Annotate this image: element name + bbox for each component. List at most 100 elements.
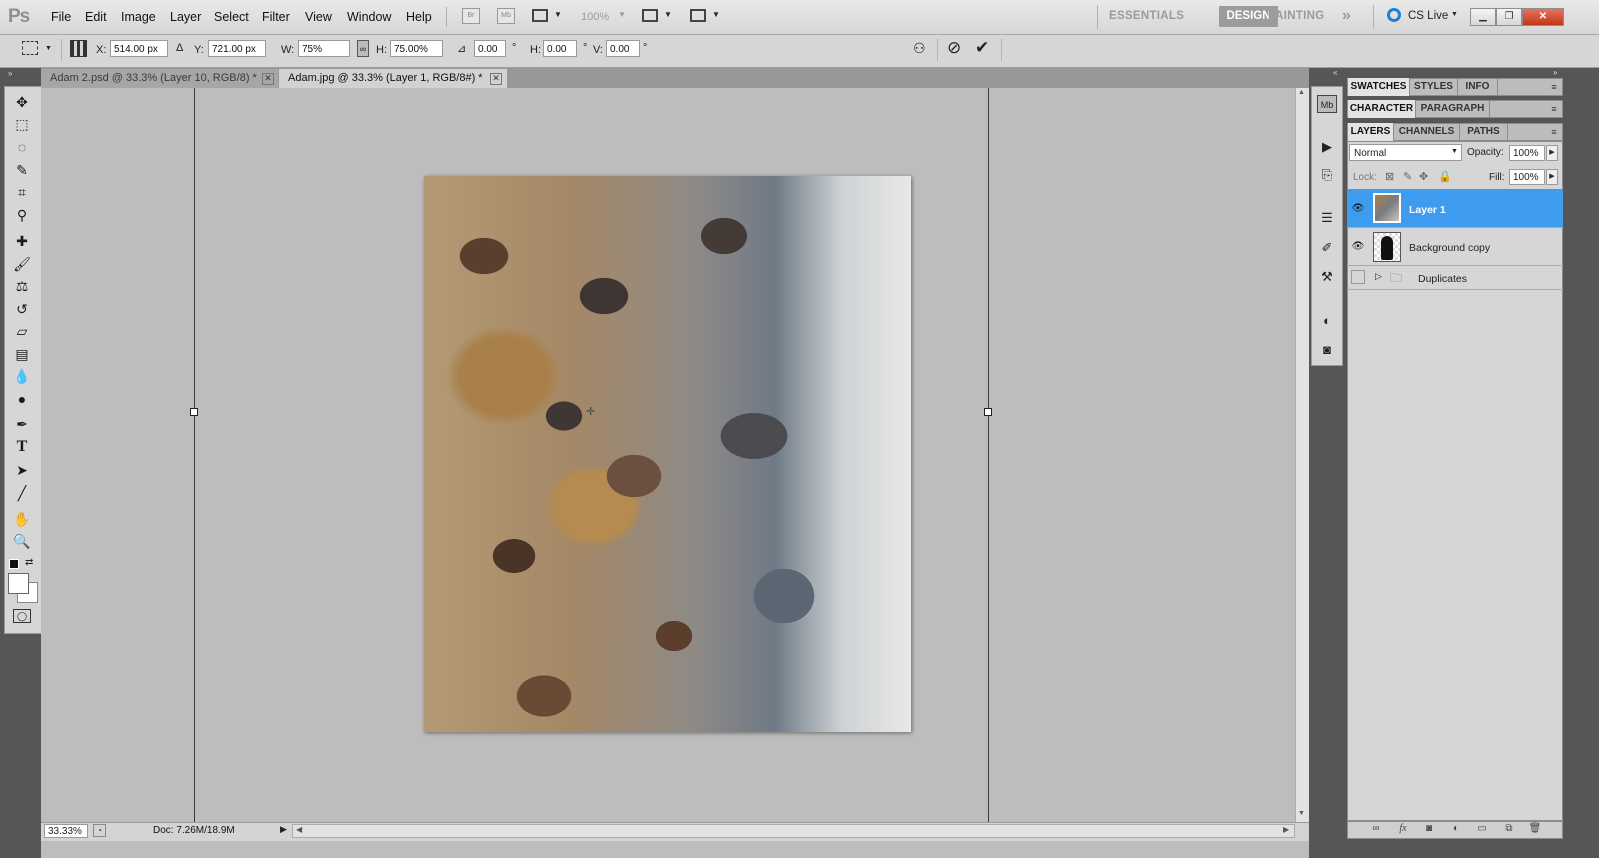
history-brush-tool-icon[interactable]: ↺	[10, 299, 34, 319]
horizontal-scrollbar[interactable]	[292, 824, 1295, 838]
pen-tool-icon[interactable]: ✒	[10, 414, 34, 434]
tab-character[interactable]: CHARACTER	[1348, 100, 1416, 118]
delete-layer-icon[interactable]: 🗑	[1527, 822, 1543, 836]
angle-field[interactable]: 0.00	[474, 40, 506, 57]
swap-colors-icon[interactable]: ⇄	[25, 557, 33, 568]
tab-info[interactable]: INFO	[1458, 78, 1498, 96]
panel-menu-icon[interactable]: ≡	[1547, 81, 1561, 93]
height-field[interactable]: 75.00%	[390, 40, 443, 57]
eyedropper-tool-icon[interactable]: ⚲	[10, 205, 34, 225]
vskew-field[interactable]: 0.00	[606, 40, 640, 57]
masks-panel-icon[interactable]: ◐	[1317, 312, 1337, 330]
chevron-down-icon[interactable]: ▼	[664, 10, 672, 19]
adjustment-layer-icon[interactable]: ◐	[1448, 822, 1464, 836]
camera-panel-icon[interactable]: ◙	[1317, 341, 1337, 359]
menu-window[interactable]: Window	[347, 10, 391, 24]
lasso-tool-icon[interactable]: ◌	[10, 137, 34, 157]
brush-tool-icon[interactable]: 🖌	[10, 254, 34, 274]
lock-all-icon[interactable]: 🔒	[1438, 170, 1452, 183]
hskew-field[interactable]: 0.00	[543, 40, 577, 57]
close-tab-icon[interactable]: ✕	[490, 73, 502, 85]
menu-filter[interactable]: Filter	[262, 10, 290, 24]
reference-point-icon[interactable]	[70, 40, 87, 57]
marquee-tool-icon[interactable]: ⬚	[10, 114, 34, 134]
hand-tool-icon[interactable]: ✋	[10, 509, 34, 529]
path-selection-tool-icon[interactable]: ➤	[10, 460, 34, 480]
tab-paths[interactable]: PATHS	[1460, 123, 1508, 141]
link-icon[interactable]: ∞	[357, 40, 369, 57]
arrange-documents-icon[interactable]	[642, 9, 658, 22]
fill-slider-arrow-icon[interactable]: ▶	[1546, 169, 1558, 185]
scroll-left-icon[interactable]: ◀	[296, 825, 302, 834]
bridge-icon[interactable]: Br	[462, 8, 480, 24]
gradient-tool-icon[interactable]: ▤	[10, 344, 34, 364]
tab-styles[interactable]: STYLES	[1410, 78, 1458, 96]
foreground-color-swatch[interactable]	[8, 573, 29, 594]
expand-group-icon[interactable]: ▷	[1375, 271, 1382, 282]
default-colors-icon[interactable]	[9, 559, 19, 569]
layer-name[interactable]: Layer 1	[1409, 204, 1446, 216]
chevron-down-icon[interactable]: ▼	[618, 10, 626, 19]
zoom-level[interactable]: 100%	[581, 11, 609, 23]
scroll-down-icon[interactable]: ▼	[1298, 810, 1305, 817]
zoom-field[interactable]: 33.33%	[44, 824, 88, 838]
scroll-up-icon[interactable]: ▲	[1298, 89, 1305, 96]
lock-position-icon[interactable]: ✥	[1419, 170, 1428, 183]
tab-adam-jpg[interactable]: Adam.jpg @ 33.3% (Layer 1, RGB/8#) *	[279, 69, 507, 88]
blur-tool-icon[interactable]: 💧	[10, 366, 34, 386]
menu-view[interactable]: View	[305, 10, 332, 24]
lock-transparency-icon[interactable]: ⊠	[1385, 170, 1394, 183]
quick-selection-tool-icon[interactable]: ✎	[10, 160, 34, 180]
move-tool-preset-icon[interactable]	[22, 41, 38, 55]
menu-layer[interactable]: Layer	[170, 10, 201, 24]
new-layer-icon[interactable]: ⧉	[1501, 822, 1517, 836]
delta-icon[interactable]: Δ	[176, 42, 183, 54]
chevron-down-icon[interactable]: ▼	[554, 10, 562, 19]
tab-swatches[interactable]: SWATCHES	[1348, 78, 1410, 96]
screen-mode-icon[interactable]	[690, 9, 706, 22]
layer-style-icon[interactable]: fx	[1395, 822, 1411, 836]
chevron-down-icon[interactable]: ▼	[1451, 148, 1458, 155]
close-button[interactable]: ✕	[1522, 8, 1564, 26]
mini-bridge-panel-icon[interactable]: Mb	[1317, 95, 1337, 113]
cs-live-icon[interactable]	[1387, 8, 1401, 22]
minimize-button[interactable]: ▁	[1470, 8, 1496, 26]
restore-button[interactable]: ❐	[1496, 8, 1522, 26]
menu-select[interactable]: Select	[214, 10, 249, 24]
cancel-transform-icon[interactable]: ⊘	[947, 38, 961, 58]
y-field[interactable]: 721.00 px	[208, 40, 266, 57]
type-tool-icon[interactable]: T	[10, 437, 34, 457]
menu-edit[interactable]: Edit	[85, 10, 107, 24]
menu-file[interactable]: File	[51, 10, 71, 24]
zoom-tool-icon[interactable]: 🔍	[10, 531, 34, 551]
transform-handle-right[interactable]	[984, 408, 992, 416]
tab-channels[interactable]: CHANNELS	[1394, 123, 1460, 141]
transform-handle-left[interactable]	[190, 408, 198, 416]
menu-help[interactable]: Help	[406, 10, 432, 24]
menu-image[interactable]: Image	[121, 10, 156, 24]
width-field[interactable]: 75%	[298, 40, 350, 57]
collapse-toolbox-icon[interactable]: »	[8, 69, 12, 78]
visibility-toggle[interactable]	[1351, 270, 1365, 284]
warp-icon[interactable]: ⚇	[913, 40, 926, 57]
clone-stamp-tool-icon[interactable]: ⚖	[10, 276, 34, 296]
cs-live-button[interactable]: CS Live	[1408, 10, 1448, 22]
panel-menu-icon[interactable]: ≡	[1547, 103, 1561, 115]
tab-adam-2-psd[interactable]: Adam 2.psd @ 33.3% (Layer 10, RGB/8) *	[41, 69, 278, 88]
close-tab-icon[interactable]: ✕	[262, 73, 274, 85]
collapse-panels-icon[interactable]: »	[1553, 68, 1557, 77]
opacity-field[interactable]: 100%	[1509, 145, 1545, 161]
eye-icon[interactable]: 👁	[1350, 239, 1366, 255]
status-options-icon[interactable]: ◔	[93, 824, 106, 837]
add-mask-icon[interactable]: ◙	[1421, 822, 1437, 836]
line-tool-icon[interactable]: ╱	[10, 483, 34, 503]
new-group-icon[interactable]: ▭	[1474, 822, 1490, 836]
adjustments-panel-icon[interactable]: ☰	[1317, 209, 1337, 227]
workspace-essentials[interactable]: ESSENTIALS	[1109, 10, 1184, 22]
panel-menu-icon[interactable]: ≡	[1547, 126, 1561, 138]
crop-tool-icon[interactable]: ⌗	[10, 182, 34, 202]
clone-source-panel-icon[interactable]: ⚒	[1317, 268, 1337, 286]
blend-mode-select[interactable]: Normal	[1349, 144, 1462, 161]
status-menu-arrow-icon[interactable]: ▶	[280, 824, 287, 835]
vertical-scrollbar[interactable]	[1295, 88, 1309, 822]
